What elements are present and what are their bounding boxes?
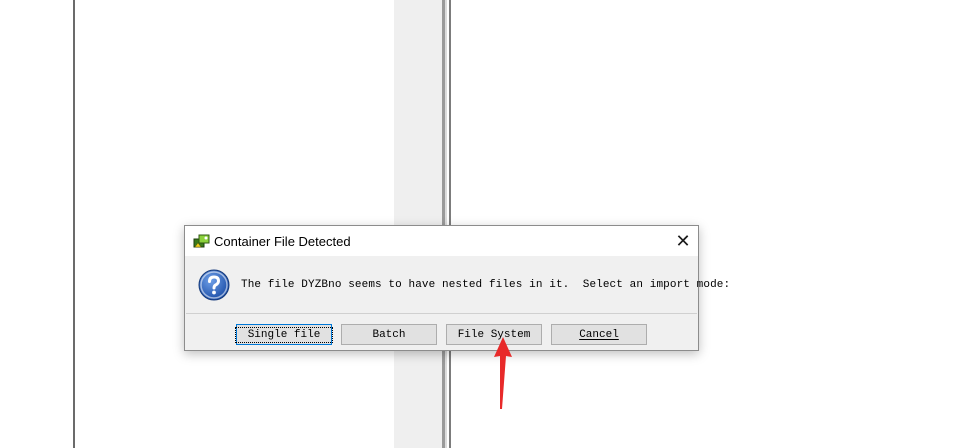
left-pane-border	[73, 0, 75, 448]
close-button[interactable]: ✕	[668, 226, 698, 256]
annotation-arrow-icon	[494, 337, 512, 409]
single-file-button[interactable]: Single file	[234, 324, 334, 345]
splitter-highlight	[445, 0, 447, 448]
batch-button[interactable]: Batch	[341, 324, 437, 345]
dialog-titlebar[interactable]: Container File Detected ✕	[185, 226, 698, 256]
right-pane-border	[449, 0, 451, 448]
middle-panel	[394, 0, 442, 448]
app-icon	[193, 234, 210, 248]
dialog-message: The file DYZBno seems to have nested fil…	[241, 279, 731, 291]
cancel-label: Cancel	[579, 328, 619, 341]
dialog-body: The file DYZBno seems to have nested fil…	[186, 257, 730, 314]
container-file-dialog: Container File Detected ✕ The file DYZBn…	[184, 225, 730, 351]
close-icon: ✕	[675, 230, 691, 251]
question-icon	[198, 269, 230, 301]
cancel-button[interactable]: Cancel	[551, 324, 647, 345]
single-file-label: Single file	[234, 326, 334, 343]
batch-label: Batch	[372, 328, 406, 341]
dialog-title: Container File Detected	[214, 234, 351, 249]
